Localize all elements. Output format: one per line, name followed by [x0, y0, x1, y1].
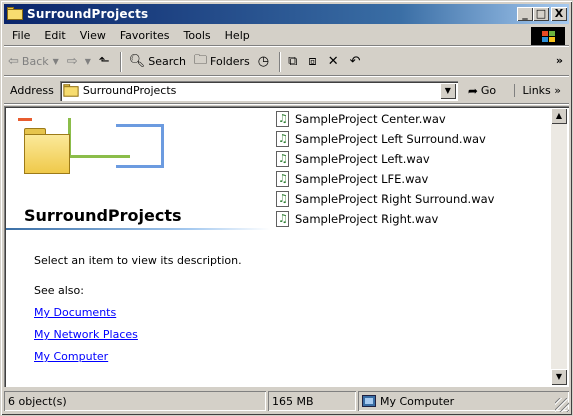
menu-view[interactable]: View [73, 29, 113, 42]
links-button[interactable]: Links » [513, 84, 561, 97]
file-name: SampleProject Left.wav [295, 152, 430, 166]
folder-content: SurroundProjects Select an item to view … [4, 106, 569, 387]
vertical-scrollbar[interactable]: ▲ ▼ [551, 108, 567, 385]
title-bar[interactable]: SurroundProjects _ □ X [4, 4, 569, 24]
windows-logo-icon [531, 27, 565, 45]
file-name: SampleProject Right.wav [295, 212, 439, 226]
address-bar: Address SurroundProjects ▼ ➦ Go Links » [4, 78, 569, 104]
address-dropdown-button[interactable]: ▼ [439, 82, 456, 99]
file-list: SampleProject Center.wav SampleProject L… [276, 109, 494, 229]
search-button[interactable]: 🔍︎ Search [125, 50, 190, 74]
status-object-count: 6 object(s) [4, 391, 266, 411]
resize-grip[interactable] [555, 398, 569, 412]
item-description: Select an item to view its description. [34, 254, 242, 267]
menu-tools[interactable]: Tools [177, 29, 218, 42]
menu-bar: File Edit View Favorites Tools Help [4, 26, 569, 46]
list-item[interactable]: SampleProject Left Surround.wav [276, 129, 494, 149]
menu-favorites[interactable]: Favorites [113, 29, 177, 42]
list-item[interactable]: SampleProject Left.wav [276, 149, 494, 169]
forward-arrow-icon: ⇨ [66, 54, 78, 69]
web-view-pane: SurroundProjects Select an item to view … [6, 108, 270, 385]
audio-file-icon [276, 111, 289, 127]
go-label: Go [480, 84, 497, 97]
move-to-icon: ⧉ [288, 54, 298, 69]
history-icon: ◷ [257, 54, 270, 69]
folder-icon [63, 84, 79, 97]
link-my-documents[interactable]: My Documents [34, 306, 116, 319]
scroll-down-button[interactable]: ▼ [551, 369, 567, 385]
list-item[interactable]: SampleProject Center.wav [276, 109, 494, 129]
list-item[interactable]: SampleProject LFE.wav [276, 169, 494, 189]
folder-icon [7, 7, 23, 21]
title-divider [6, 228, 270, 230]
audio-file-icon [276, 191, 289, 207]
up-folder-icon: ⬑ [98, 54, 110, 69]
toolbar-overflow-button[interactable]: » [556, 54, 563, 67]
back-arrow-icon: ⇦ [8, 54, 19, 69]
up-folder-button[interactable]: ⬑ [95, 50, 117, 74]
file-name: SampleProject Right Surround.wav [295, 192, 495, 206]
back-button[interactable]: ⇦ Back ▼ [4, 50, 63, 74]
chevron-down-icon: ▼ [84, 57, 91, 66]
list-item[interactable]: SampleProject Right Surround.wav [276, 189, 494, 209]
status-bar: 6 object(s) 165 MB My Computer [4, 390, 569, 412]
file-name: SampleProject Center.wav [295, 112, 446, 126]
folders-label: Folders [210, 55, 250, 68]
see-also-label: See also: [34, 284, 84, 297]
go-arrow-icon: ➦ [467, 83, 478, 98]
explorer-window: SurroundProjects _ □ X File Edit View Fa… [0, 0, 573, 416]
link-my-computer[interactable]: My Computer [34, 350, 108, 363]
window-title: SurroundProjects [27, 7, 149, 21]
copy-to-icon: ⧈ [308, 54, 317, 69]
folder-banner: SurroundProjects [6, 108, 270, 228]
address-value: SurroundProjects [82, 84, 177, 97]
forward-button[interactable]: ⇨ ▼ [63, 50, 95, 74]
move-to-button[interactable]: ⧉ [284, 50, 304, 74]
audio-file-icon [276, 151, 289, 167]
audio-file-icon [276, 131, 289, 147]
toolbar-separator [279, 51, 282, 72]
chevron-down-icon: ▼ [52, 57, 59, 66]
file-name: SampleProject Left Surround.wav [295, 132, 486, 146]
audio-file-icon [276, 211, 289, 227]
menu-file[interactable]: File [4, 29, 37, 42]
standard-toolbar: ⇦ Back ▼ ⇨ ▼ ⬑ 🔍︎ Search 🗀 Folders ◷ ⧉ ⧈ [4, 48, 569, 76]
file-name: SampleProject LFE.wav [295, 172, 429, 186]
search-label: Search [148, 55, 187, 68]
folder-banner-art-icon [16, 114, 166, 192]
close-button[interactable]: X [551, 7, 567, 21]
menu-edit[interactable]: Edit [37, 29, 72, 42]
maximize-button[interactable]: □ [533, 7, 549, 21]
my-computer-icon [362, 395, 376, 407]
status-zone-label: My Computer [380, 394, 455, 408]
back-label: Back [21, 55, 49, 68]
folders-button[interactable]: 🗀 Folders [190, 50, 254, 74]
delete-button[interactable]: ✕ [324, 50, 346, 74]
folders-icon: 🗀 [194, 52, 208, 68]
copy-to-button[interactable]: ⧈ [304, 50, 323, 74]
menu-help[interactable]: Help [218, 29, 257, 42]
scroll-up-button[interactable]: ▲ [551, 108, 567, 124]
status-size: 165 MB [268, 391, 356, 411]
list-item[interactable]: SampleProject Right.wav [276, 209, 494, 229]
undo-icon: ↶ [349, 54, 361, 69]
delete-icon: ✕ [327, 54, 339, 69]
search-icon: 🔍︎ [128, 54, 146, 69]
audio-file-icon [276, 171, 289, 187]
address-input[interactable]: SurroundProjects ▼ [59, 80, 458, 101]
go-button[interactable]: ➦ Go [468, 84, 496, 98]
folder-title: SurroundProjects [24, 206, 182, 225]
history-button[interactable]: ◷ [254, 50, 276, 74]
address-label: Address [10, 84, 54, 97]
link-my-network-places[interactable]: My Network Places [34, 328, 138, 341]
toolbar-separator [119, 51, 122, 72]
minimize-button[interactable]: _ [517, 7, 533, 21]
undo-button[interactable]: ↶ [346, 50, 368, 74]
status-zone: My Computer [358, 391, 569, 411]
